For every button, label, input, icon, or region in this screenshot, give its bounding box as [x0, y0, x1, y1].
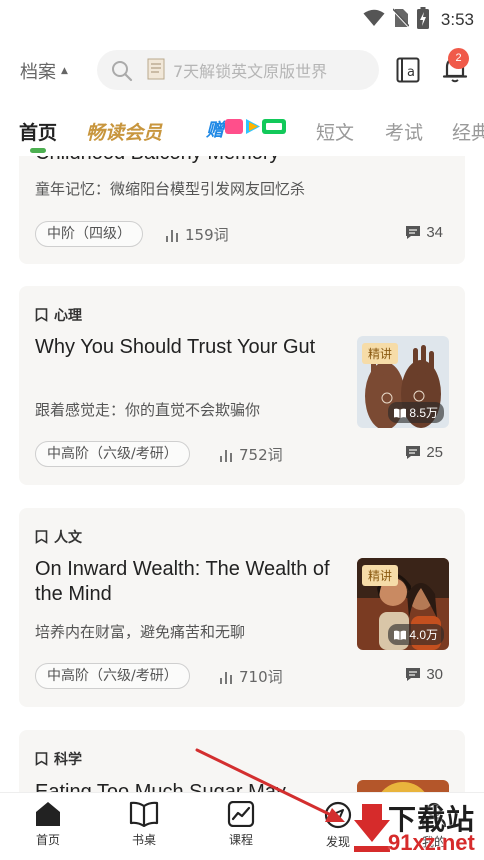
video-platform-logos-icon — [224, 116, 288, 142]
tab-vip[interactable]: 畅读会员 — [86, 118, 162, 145]
bookmark-icon — [35, 752, 48, 766]
nav-label: 发现 — [325, 835, 350, 849]
article-thumbnail[interactable]: 精讲 8.5万 — [357, 336, 449, 428]
level-tag: 中阶（四级） — [35, 221, 143, 247]
archive-label: 档案 — [20, 62, 56, 83]
article-title: On Inward Wealth: The Wealth of the Mind — [35, 558, 330, 605]
app-screen: 3:53 档案 ▲ 7天解锁英文原版世界 a 2 首页 畅读会员 短文 考试 经… — [0, 0, 484, 860]
dictionary-icon[interactable]: a — [396, 57, 420, 87]
comment-icon — [406, 668, 421, 681]
nav-label: 首页 — [35, 833, 60, 847]
open-book-icon — [394, 408, 407, 418]
status-time: 3:53 — [440, 10, 474, 29]
read-count-text: 8.5万 — [409, 406, 438, 420]
nav-bookshelf[interactable]: 书桌 — [114, 801, 174, 848]
bookmark-icon — [35, 530, 48, 544]
category-text: 科学 — [54, 752, 82, 768]
comment-count-text: 30 — [426, 666, 443, 683]
top-bar: 档案 ▲ 7天解锁英文原版世界 a 2 — [0, 44, 484, 98]
word-count-text: 710词 — [239, 668, 283, 686]
bookmark-icon — [35, 308, 48, 322]
article-subtitle: 培养内在财富，避免痛苦和无聊 — [35, 623, 246, 641]
comment-count[interactable]: 34 — [406, 224, 443, 241]
article-thumbnail[interactable]: 精讲 4.0万 — [357, 558, 449, 650]
article-subtitle: 跟着感觉走：你的直觉不会欺骗你 — [35, 401, 261, 419]
read-count-text: 4.0万 — [409, 628, 438, 642]
tab-gift-promo[interactable]: 赠 — [206, 116, 288, 142]
svg-text:a: a — [407, 65, 415, 80]
comment-icon — [406, 446, 421, 459]
search-placeholder: 7天解锁英文原版世界 — [173, 62, 328, 81]
book-icon — [129, 801, 159, 827]
read-count: 4.0万 — [388, 624, 444, 645]
comment-count[interactable]: 30 — [406, 666, 443, 683]
notification-badge: 2 — [448, 48, 469, 69]
featured-badge: 精讲 — [362, 343, 399, 364]
article-subtitle: 童年记忆：微缩阳台模型引发网友回忆杀 — [35, 180, 306, 198]
article-card[interactable]: Childhood Balcony Memory 童年记忆：微缩阳台模型引发网友… — [19, 156, 465, 264]
sugar-food-image — [357, 780, 449, 792]
category-label: 人文 — [35, 527, 82, 547]
tab-home[interactable]: 首页 — [19, 118, 57, 145]
status-bar: 3:53 — [0, 0, 484, 34]
search-bar[interactable]: 7天解锁英文原版世界 — [97, 50, 379, 90]
article-feed[interactable]: Childhood Balcony Memory 童年记忆：微缩阳台模型引发网友… — [0, 156, 484, 792]
category-label: 心理 — [35, 305, 82, 325]
no-sim-icon — [392, 8, 410, 32]
bar-chart-icon — [166, 229, 178, 242]
tab-short-articles[interactable]: 短文 — [316, 118, 354, 145]
search-icon — [111, 60, 133, 86]
annotation-arrow — [195, 748, 345, 822]
bar-chart-icon — [220, 671, 232, 684]
open-book-icon — [394, 630, 407, 640]
category-text: 心理 — [54, 308, 82, 324]
nav-label: 书桌 — [131, 833, 156, 847]
battery-charging-icon — [416, 7, 429, 33]
tab-classics[interactable]: 经典 — [452, 118, 484, 145]
archive-menu[interactable]: 档案 ▲ — [20, 58, 68, 84]
article-card[interactable]: 人文 On Inward Wealth: The Wealth of the M… — [19, 508, 465, 707]
nav-home[interactable]: 首页 — [18, 801, 78, 848]
watermark: 下载站 91xz.net — [352, 800, 484, 860]
read-count: 8.5万 — [388, 402, 444, 423]
watermark-logo-icon — [354, 804, 390, 852]
article-thumbnail[interactable] — [357, 780, 449, 792]
article-title: Why You Should Trust Your Gut — [35, 336, 316, 358]
word-count: 752词 — [219, 444, 283, 465]
category-text: 人文 — [54, 530, 82, 546]
level-tag: 中高阶（六级/考研） — [35, 663, 190, 689]
comment-count[interactable]: 25 — [406, 444, 443, 461]
featured-badge: 精讲 — [362, 565, 399, 586]
word-count-text: 752词 — [239, 446, 283, 464]
comment-count-text: 34 — [426, 224, 443, 241]
wifi-icon — [363, 9, 385, 31]
bar-chart-icon — [220, 449, 232, 462]
comment-count-text: 25 — [426, 444, 443, 461]
nav-label: 课程 — [228, 833, 253, 847]
article-title: Childhood Balcony Memory — [35, 156, 280, 166]
article-card[interactable]: 心理 Why You Should Trust Your Gut 跟着感觉走：你… — [19, 286, 465, 485]
category-label: 科学 — [35, 749, 82, 769]
level-tag: 中高阶（六级/考研） — [35, 441, 190, 467]
word-count: 710词 — [219, 666, 283, 687]
comment-icon — [406, 226, 421, 239]
caret-down-icon: ▲ — [61, 66, 68, 76]
watermark-domain: 91xz.net — [388, 830, 475, 855]
book-cover-icon — [147, 58, 165, 84]
gift-label: 赠 — [206, 120, 224, 141]
word-count: 159词 — [165, 224, 229, 245]
word-count-text: 159词 — [185, 226, 229, 244]
home-icon — [36, 802, 60, 826]
tab-exam[interactable]: 考试 — [385, 118, 423, 145]
active-tab-indicator — [30, 148, 46, 153]
